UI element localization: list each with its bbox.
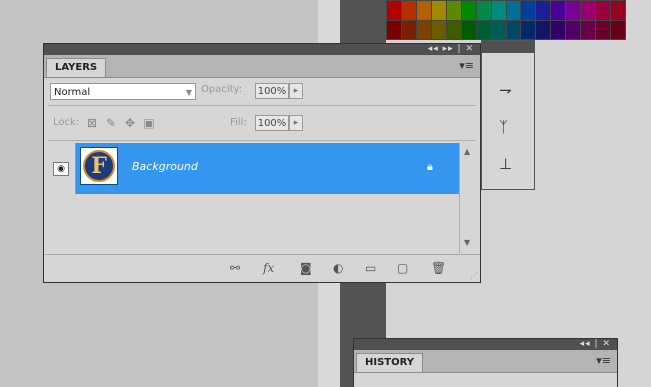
color-swatch[interactable]	[491, 20, 506, 39]
thumbnail-logo: F	[83, 150, 115, 182]
tab-layers[interactable]: LAYERS	[46, 58, 107, 77]
group-folder-icon[interactable]: ▭	[365, 261, 376, 275]
history-titlebar-controls[interactable]: ◂◂ | ✕	[580, 339, 611, 350]
clone-source-icon[interactable]: ⊥	[499, 155, 512, 173]
color-swatch[interactable]	[506, 20, 521, 39]
fx-icon[interactable]: fx	[263, 261, 274, 275]
color-swatch[interactable]	[387, 20, 401, 39]
opacity-slider-button[interactable]: ▸	[289, 83, 303, 99]
tool-strip-titlebar[interactable]	[482, 41, 534, 53]
layer-list: ◉ F Background 🔒︎	[46, 143, 459, 253]
resize-grip-icon[interactable]: ⋰	[470, 271, 478, 280]
blend-opacity-row: Normal ▼ Opacity: 100% ▸	[44, 78, 480, 106]
color-swatch[interactable]	[431, 1, 446, 20]
blend-mode-value: Normal	[54, 87, 91, 98]
layer-row-background[interactable]: ◉ F Background 🔒︎	[46, 143, 459, 194]
color-swatch[interactable]	[506, 1, 521, 20]
layers-bottom-bar: ⚯ fx ◙ ◐ ▭ ▢ 🗑︎ ⋰	[44, 254, 480, 283]
layers-panel: ◂◂ ▸▸ | ✕ LAYERS ▾≡ Normal ▼ Opacity: 10…	[43, 43, 481, 283]
separator	[48, 140, 476, 141]
color-swatch[interactable]	[521, 20, 536, 39]
lock-fill-row: Lock: ⊠ ✎ ✥ ▣ Fill: 100% ▸	[44, 108, 480, 138]
color-swatch[interactable]	[566, 20, 581, 39]
link-layers-icon[interactable]: ⚯	[230, 261, 240, 275]
trash-icon[interactable]: 🗑︎	[431, 261, 446, 275]
mask-icon[interactable]: ◙	[300, 261, 312, 275]
color-swatch[interactable]	[611, 20, 625, 39]
lock-pixels-icon[interactable]: ✎	[104, 116, 118, 130]
color-swatch[interactable]	[387, 1, 401, 20]
titlebar-controls[interactable]: ◂◂ ▸▸ | ✕	[428, 44, 474, 55]
visibility-cell: ◉	[46, 143, 76, 194]
history-panel: ◂◂ | ✕ HISTORY ▾≡	[353, 338, 618, 387]
tool-strip: ⇁ ᛉ ⊥	[481, 40, 535, 190]
color-swatch[interactable]	[401, 1, 416, 20]
lock-all-icon[interactable]: ▣	[142, 116, 156, 130]
lock-label: Lock:	[53, 117, 80, 128]
opacity-label: Opacity:	[201, 84, 243, 95]
history-tab-row: HISTORY ▾≡	[354, 350, 617, 373]
lock-icon: 🔒︎	[427, 160, 433, 173]
color-swatch[interactable]	[416, 1, 431, 20]
color-swatch[interactable]	[611, 1, 625, 20]
color-swatch[interactable]	[476, 1, 491, 20]
swatches-panel	[386, 0, 626, 40]
history-titlebar[interactable]: ◂◂ | ✕	[354, 339, 617, 350]
chevron-down-icon: ▼	[185, 88, 192, 97]
fill-label: Fill:	[230, 117, 247, 128]
color-swatch[interactable]	[581, 20, 596, 39]
opacity-input[interactable]: 100%	[255, 83, 289, 99]
separator	[48, 105, 476, 106]
color-swatch[interactable]	[596, 20, 611, 39]
panel-titlebar[interactable]: ◂◂ ▸▸ | ✕	[44, 44, 480, 55]
lock-position-icon[interactable]: ✥	[123, 116, 137, 130]
color-swatch[interactable]	[416, 20, 431, 39]
color-swatch[interactable]	[491, 1, 506, 20]
color-swatch[interactable]	[581, 1, 596, 20]
color-swatch[interactable]	[521, 1, 536, 20]
color-swatch[interactable]	[431, 20, 446, 39]
fill-slider-button[interactable]: ▸	[289, 115, 303, 131]
adjustment-icon[interactable]: ◐	[333, 261, 343, 275]
scroll-up-icon[interactable]: ▲	[464, 147, 470, 156]
color-swatch[interactable]	[476, 20, 491, 39]
color-swatch[interactable]	[461, 20, 476, 39]
new-layer-icon[interactable]: ▢	[397, 261, 408, 275]
color-swatch[interactable]	[446, 1, 461, 20]
blend-mode-select[interactable]: Normal ▼	[50, 83, 196, 100]
color-swatch[interactable]	[446, 20, 461, 39]
tab-history[interactable]: HISTORY	[356, 353, 424, 372]
layer-list-scrollbar[interactable]: ▲ ▼	[459, 143, 479, 253]
color-swatch[interactable]	[461, 1, 476, 20]
eye-icon[interactable]: ◉	[53, 162, 69, 176]
color-swatch[interactable]	[566, 1, 581, 20]
color-swatch[interactable]	[401, 20, 416, 39]
color-swatch[interactable]	[551, 20, 566, 39]
tab-row: LAYERS ▾≡	[44, 55, 480, 78]
color-swatch[interactable]	[536, 20, 551, 39]
lock-transparency-icon[interactable]: ⊠	[85, 116, 99, 130]
brush-tool-icon[interactable]: ᛉ	[499, 118, 508, 136]
color-swatch[interactable]	[536, 1, 551, 20]
layer-name[interactable]: Background	[132, 160, 198, 173]
layer-thumbnail: F	[80, 147, 118, 185]
adjustments-icon[interactable]: ⇁	[499, 81, 512, 99]
history-menu-icon[interactable]: ▾≡	[596, 354, 611, 367]
scroll-down-icon[interactable]: ▼	[464, 238, 470, 247]
color-swatch[interactable]	[551, 1, 566, 20]
panel-menu-icon[interactable]: ▾≡	[459, 59, 474, 72]
color-swatch[interactable]	[596, 1, 611, 20]
fill-input[interactable]: 100%	[255, 115, 289, 131]
